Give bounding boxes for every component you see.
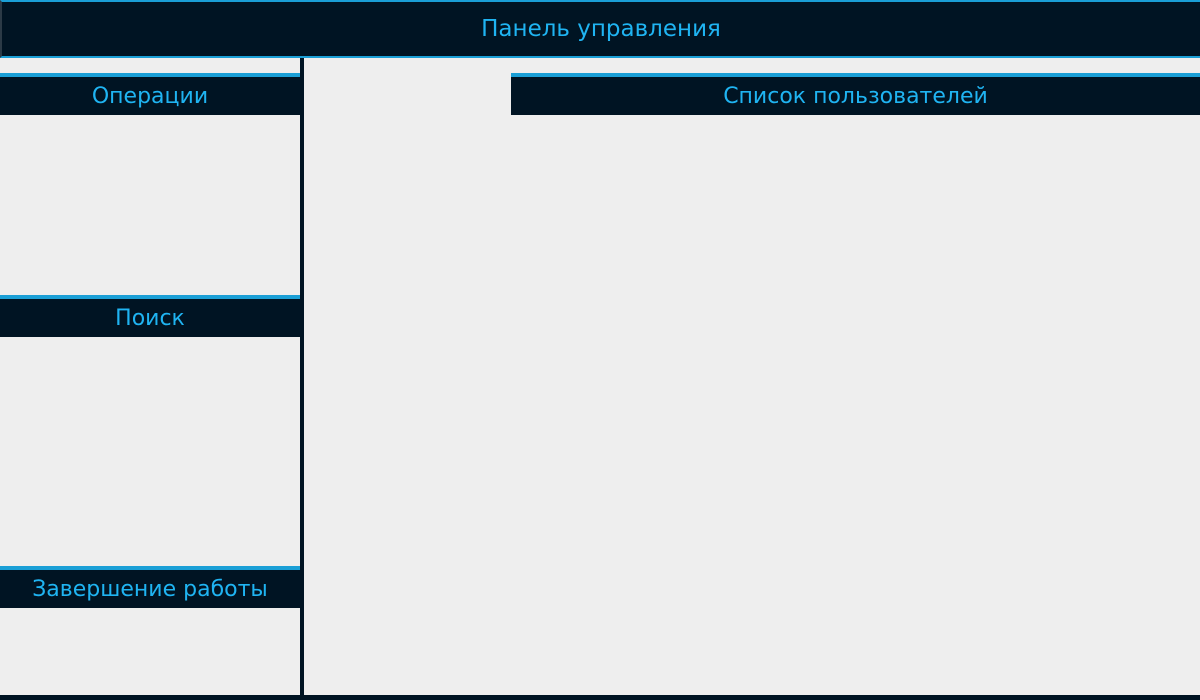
- section-title-operations: Операции: [91, 83, 209, 109]
- bottom-border: [0, 695, 1200, 700]
- operations-panel: [0, 115, 300, 295]
- page-title: Панель управления: [481, 16, 721, 42]
- section-header-search[interactable]: Поиск: [0, 295, 300, 337]
- section-title-search: Поиск: [115, 305, 185, 331]
- user-list-title: Список пользователей: [723, 83, 988, 109]
- search-panel: [0, 337, 300, 566]
- logout-panel: [0, 608, 300, 695]
- section-title-logout: Завершение работы: [32, 576, 268, 602]
- section-header-logout[interactable]: Завершение работы: [0, 566, 300, 608]
- section-header-operations[interactable]: Операции: [0, 73, 300, 115]
- sidebar-divider: [300, 58, 304, 700]
- app-header: Панель управления: [0, 0, 1200, 58]
- user-list-header: Список пользователей: [511, 73, 1200, 115]
